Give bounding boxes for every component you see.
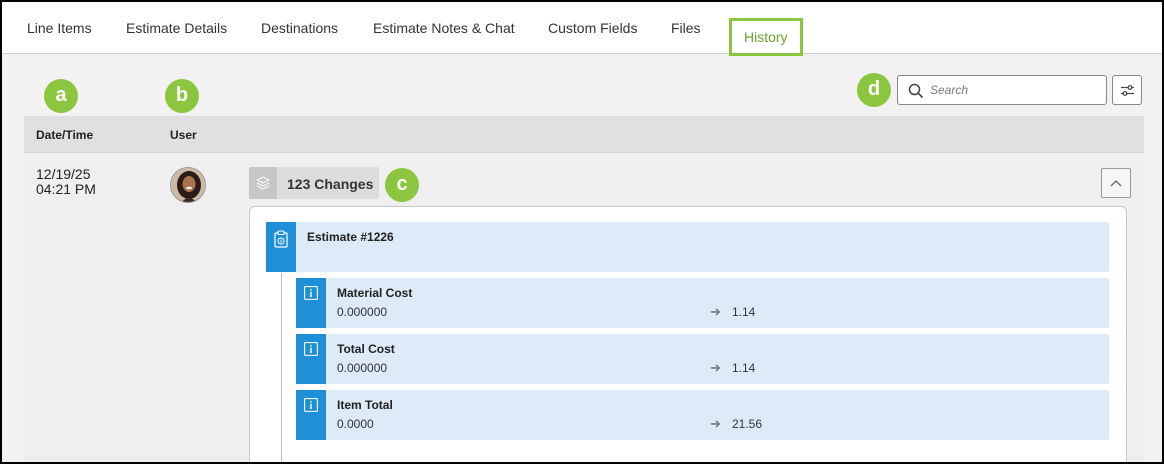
arrow-right-icon: ➜: [710, 360, 721, 375]
callout-badge-d: d: [857, 73, 891, 107]
tab-history[interactable]: History: [729, 18, 803, 56]
collapse-button[interactable]: [1101, 168, 1131, 198]
change-new-value: 1.14: [732, 305, 756, 319]
change-old-value: 0.000000: [337, 361, 388, 375]
table-header: Date/Time User: [24, 116, 1144, 152]
filter-settings-button[interactable]: [1112, 75, 1142, 105]
tab-estimate-details[interactable]: Estimate Details: [126, 20, 227, 36]
history-view: Line Items Estimate Details Destinations…: [2, 2, 1162, 462]
changes-toggle-button[interactable]: 123 Changes: [249, 167, 379, 199]
column-header-user: User: [170, 128, 197, 142]
estimate-title: Estimate #1226: [307, 230, 394, 244]
arrow-right-icon: ➜: [710, 416, 721, 431]
tree-connector: [281, 273, 282, 462]
info-icon: [304, 286, 318, 300]
search-box[interactable]: [897, 75, 1107, 105]
callout-badge-a: a: [44, 79, 78, 113]
info-icon: [304, 342, 318, 356]
row-date: 12/19/25: [36, 166, 91, 182]
change-new-value: 1.14: [732, 361, 756, 375]
clipboard-icon: [274, 230, 288, 248]
row-datetime: 12/19/25 04:21 PM: [36, 167, 96, 197]
change-entry-total-cost: Total Cost 0.000000 ➜ 1.14: [296, 334, 1109, 384]
change-field-name: Total Cost: [337, 342, 395, 356]
tab-line-items[interactable]: Line Items: [27, 20, 92, 36]
chevron-up-icon: [1110, 180, 1122, 187]
search-input[interactable]: [930, 80, 1100, 100]
tab-estimate-notes-chat[interactable]: Estimate Notes & Chat: [373, 20, 515, 36]
estimate-entry: Estimate #1226: [266, 222, 1109, 272]
arrow-right-icon: ➜: [710, 304, 721, 319]
tab-bar: Line Items Estimate Details Destinations…: [2, 2, 1162, 56]
change-field-name: Item Total: [337, 398, 393, 412]
change-entry-material-cost: Material Cost 0.000000 ➜ 1.14: [296, 278, 1109, 328]
callout-badge-b: b: [165, 79, 199, 113]
change-new-value: 21.56: [732, 417, 763, 431]
changes-count-label: 123 Changes: [287, 176, 374, 192]
change-old-value: 0.0000: [337, 417, 374, 431]
row-time: 04:21 PM: [36, 181, 96, 197]
tab-destinations[interactable]: Destinations: [261, 20, 338, 36]
change-field-name: Material Cost: [337, 286, 413, 300]
callout-badge-c: c: [385, 168, 419, 202]
info-icon: [304, 398, 318, 412]
tab-files[interactable]: Files: [671, 20, 701, 36]
layers-icon: [256, 176, 270, 190]
filter-sliders-icon: [1121, 85, 1134, 96]
column-header-datetime: Date/Time: [36, 128, 94, 142]
search-icon: [908, 83, 924, 99]
tab-custom-fields[interactable]: Custom Fields: [548, 20, 637, 36]
user-avatar: [170, 167, 206, 203]
change-old-value: 0.000000: [337, 305, 388, 319]
change-entry-item-total: Item Total 0.0000 ➜ 21.56: [296, 390, 1109, 440]
